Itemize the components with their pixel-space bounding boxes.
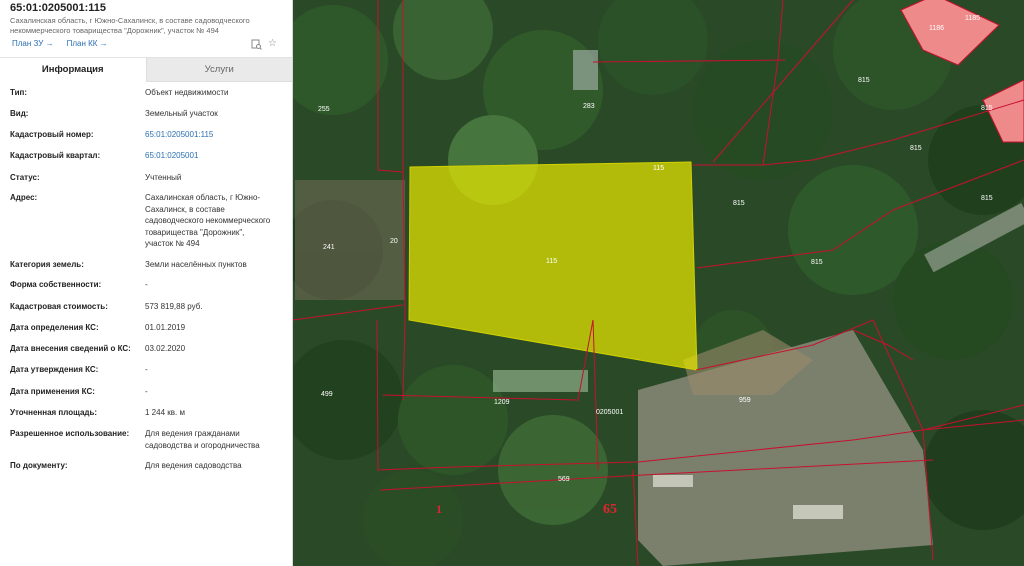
cad-quarter-link[interactable]: 65:01:0205001 — [145, 150, 285, 162]
info-label: Дата определения КС: — [10, 323, 99, 332]
parcel-label: 959 — [739, 397, 751, 404]
plan-kk-link[interactable]: План КК → — [67, 39, 108, 48]
info-value-permitted-use: Для ведения гражданами садоводства и ого… — [145, 428, 285, 451]
info-label: Категория земель: — [10, 260, 84, 269]
address-line: садоводческого некоммерческого — [145, 216, 271, 225]
info-label: Дата утверждения КС: — [10, 365, 99, 374]
info-label: Кадастровый номер: — [10, 130, 94, 139]
parcel-label: 815 — [981, 105, 993, 112]
parcel-label: 1186 — [929, 25, 944, 32]
building-area — [295, 180, 405, 300]
map-view[interactable]: 115 115 1186 1185 815 815 815 815 815 81… — [293, 0, 1024, 566]
parcel-label: 499 — [321, 391, 333, 398]
header-address-line: некоммерческого товарищества "Дорожник",… — [10, 25, 219, 35]
panel-header: 65:01:0205001:115 Сахалинская область, г… — [0, 0, 292, 35]
plan-zu-label: План ЗУ — [12, 39, 44, 48]
greenhouse — [493, 370, 588, 392]
info-label: Дата внесения сведений о КС: — [10, 344, 131, 353]
parcel-label: 815 — [858, 77, 870, 84]
district-label: 65 — [603, 502, 617, 517]
info-value: 01.01.2019 — [145, 323, 186, 332]
parcel-label: 815 — [910, 145, 922, 152]
info-value: - — [145, 387, 148, 396]
address-line: участок № 494 — [145, 239, 200, 248]
cadastral-number-title: 65:01:0205001:115 — [10, 2, 107, 14]
parcel-label: 115 — [546, 258, 557, 265]
info-label: Статус: — [10, 173, 40, 182]
plan-links: План ЗУ → План КК → ☆ — [0, 38, 292, 55]
info-label: Кадастровый квартал: — [10, 151, 101, 160]
parcel-label: 20 — [390, 238, 398, 245]
info-value: Объект недвижимости — [145, 88, 229, 97]
tab-info[interactable]: Информация — [0, 58, 146, 82]
info-label: Дата применения КС: — [10, 387, 95, 396]
star-icon[interactable]: ☆ — [268, 38, 277, 49]
quarter-label: 0205001 — [596, 409, 623, 416]
parcel-label: 241 — [323, 244, 335, 251]
info-panel: 65:01:0205001:115 Сахалинская область, г… — [0, 0, 293, 566]
info-label: Вид: — [10, 109, 29, 118]
info-label: Тип: — [10, 88, 27, 97]
arrow-right-icon: → — [45, 39, 54, 48]
info-value: - — [145, 280, 148, 289]
parcel-label: 569 — [558, 476, 570, 483]
cad-number-link[interactable]: 65:01:0205001:115 — [145, 129, 285, 141]
plan-zu-link[interactable]: План ЗУ → — [12, 39, 54, 48]
building-roof — [573, 50, 598, 90]
info-label: Адрес: — [10, 193, 38, 202]
info-value: Земельный участок — [145, 109, 218, 118]
info-label: Кадастровая стоимость: — [10, 302, 108, 311]
plan-kk-label: План КК — [66, 39, 98, 48]
info-value: 03.02.2020 — [145, 344, 186, 353]
parcel-label: 255 — [318, 106, 330, 113]
doc-search-icon[interactable] — [251, 39, 262, 53]
info-value: 1 244 кв. м — [145, 408, 185, 417]
permitted-use-line: садоводства и огородничества — [145, 440, 260, 450]
address-line: товарищества "Дорожник", — [145, 227, 245, 237]
address-line: Сахалинск, в составе — [145, 204, 225, 214]
info-label: Форма собственности: — [10, 280, 102, 289]
info-value-address: Сахалинская область, г Южно- Сахалинск, … — [145, 192, 285, 250]
info-label: Разрешенное использование: — [10, 429, 130, 438]
info-value: - — [145, 365, 148, 374]
building-roof — [793, 505, 843, 519]
parcel-label: 815 — [981, 195, 993, 202]
parcel-label: 815 — [811, 259, 823, 266]
info-value: 573 819,88 руб. — [145, 302, 203, 311]
info-label: Уточненная площадь: — [10, 408, 98, 417]
parcel-label: 283 — [583, 103, 595, 110]
header-address-line: Сахалинская область, г Южно-Сахалинск, в… — [10, 16, 250, 25]
info-value: Земли населённых пунктов — [145, 260, 247, 269]
info-label: По документу: — [10, 461, 68, 470]
info-value: Учтенный — [145, 173, 182, 182]
block-label: 1 — [436, 502, 442, 516]
parcel-label: 115 — [653, 165, 664, 172]
address-line: Сахалинская область, г Южно- — [145, 193, 261, 202]
building-roof — [653, 475, 693, 487]
header-address: Сахалинская область, г Южно-Сахалинск, в… — [10, 16, 278, 35]
satellite-map[interactable]: 115 115 1186 1185 815 815 815 815 815 81… — [293, 0, 1024, 566]
arrow-right-icon: → — [99, 39, 108, 48]
parcel-label: 1185 — [965, 15, 980, 22]
parcel-label: 815 — [733, 200, 745, 207]
tab-services[interactable]: Услуги — [145, 58, 292, 82]
permitted-use-line: Для ведения гражданами — [145, 429, 240, 438]
parcel-label: 1209 — [494, 399, 510, 406]
info-value: Для ведения садоводства — [145, 461, 242, 470]
tab-bar: Информация Услуги — [0, 57, 292, 82]
